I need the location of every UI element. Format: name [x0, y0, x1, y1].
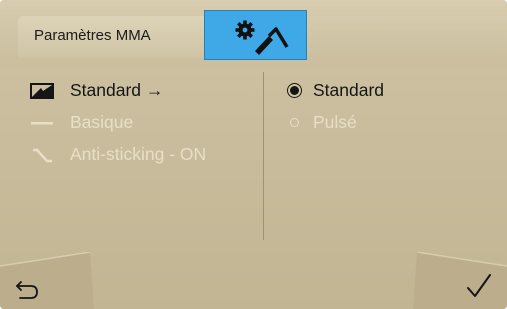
tab-empty[interactable] [307, 16, 507, 58]
menu-item-basique-label: Basique [70, 112, 134, 132]
option-standard-label: Standard [313, 80, 385, 100]
undo-arrow-icon [16, 281, 38, 299]
screen: Paramètres MMA Standard → Basique Anti-s… [0, 0, 507, 309]
confirm-button[interactable] [413, 251, 507, 309]
tab-mma-settings-label: Paramètres MMA [34, 27, 151, 44]
column-divider [263, 72, 264, 240]
option-pulse-label: Pulsé [313, 112, 357, 132]
radio-selected-icon [290, 86, 299, 95]
menu-item-standard-label: Standard → [70, 80, 164, 100]
menu-item-anti-sticking-label: Anti-sticking - ON [70, 144, 207, 164]
flat-line-icon [31, 122, 53, 125]
anti-sticking-icon [33, 148, 52, 163]
radio-unselected-icon [290, 118, 299, 127]
waveform-standard-icon [30, 83, 54, 99]
tab-process-settings[interactable] [204, 10, 307, 60]
tab-mma-settings[interactable]: Paramètres MMA [18, 16, 204, 58]
back-button[interactable] [0, 251, 94, 309]
gear-electrode-icon [235, 20, 289, 55]
checkmark-icon [467, 274, 491, 297]
